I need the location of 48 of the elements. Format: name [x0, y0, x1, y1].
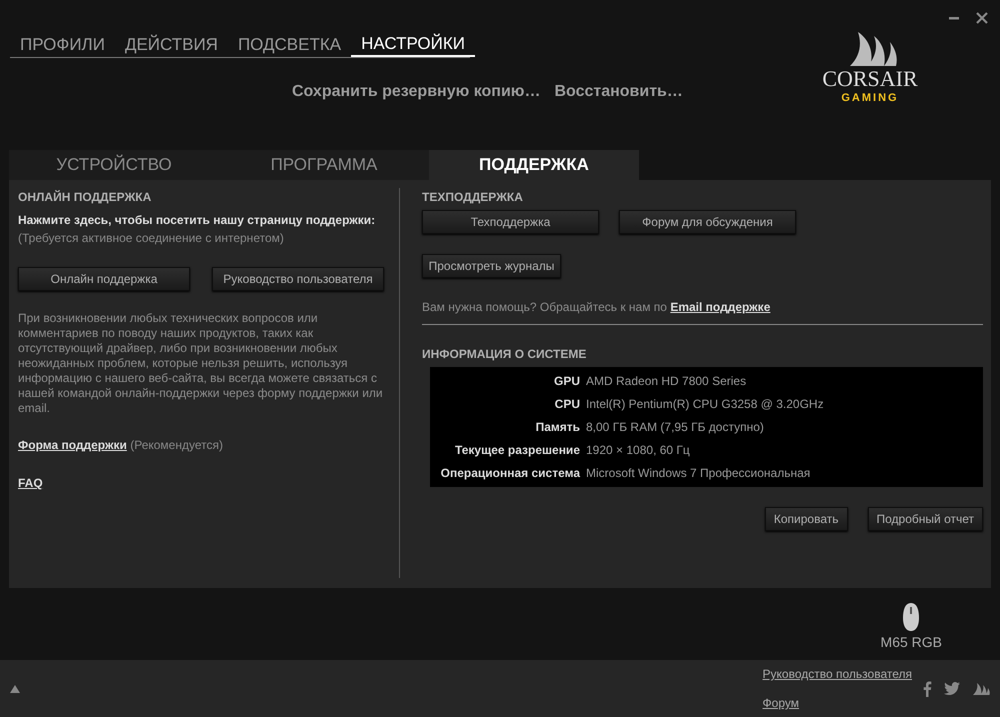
- button[interactable]: Руководство пользователя: [212, 267, 384, 291]
- info-value: 8,00 ГБ RAM (7,95 ГБ доступно): [586, 419, 765, 436]
- nav-tab[interactable]: ПРОФИЛИ: [10, 33, 115, 57]
- email-support-link[interactable]: Email поддержке: [670, 300, 770, 314]
- close-icon[interactable]: [976, 12, 988, 24]
- info-value: Intel(R) Pentium(R) CPU G3258 @ 3.20GHz: [586, 396, 825, 413]
- info-label: Операционная система: [440, 465, 580, 482]
- nav-tab[interactable]: НАСТРОЙКИ: [351, 33, 475, 57]
- info-value: Microsoft Windows 7 Профессиональная: [586, 465, 812, 482]
- info-label: CPU: [554, 396, 580, 413]
- support-form-link[interactable]: Форма поддержки: [18, 438, 127, 452]
- button[interactable]: Форум для обсуждения: [619, 210, 796, 234]
- info-label: Текущее разрешение: [454, 442, 580, 459]
- info-label: Память: [534, 419, 580, 436]
- section-heading: ТЕХПОДДЕРЖКА: [422, 189, 524, 206]
- info-value: AMD Radeon HD 7800 Series: [586, 373, 748, 390]
- bird-icon[interactable]: [944, 682, 960, 695]
- settings-tab[interactable]: ПРОГРАММА: [219, 150, 429, 180]
- button[interactable]: Просмотреть журналы: [422, 254, 561, 278]
- settings-tab[interactable]: ПОДДЕРЖКА: [429, 150, 639, 180]
- button[interactable]: Онлайн поддержка: [18, 267, 190, 291]
- logo-wordmark: CORSAIR: [822, 68, 918, 90]
- support-prompt: Нажмите здесь, чтобы посетить нашу страницу поддержки:: [18, 212, 376, 229]
- support-description: При возникновении любых технических вопросов или комментариев по поводу наших продуктов, таких как отсутствующий драйвер, либо при возникновении любых неожиданных проблем, которые нельзя решить, используя информацию с нашего веб-сайта, вы всегда можете связаться с нашей командой онлайн-поддержки через форму поддержки или email.: [18, 311, 384, 416]
- logo-subtitle: GAMING: [841, 91, 899, 106]
- sails-icon[interactable]: [972, 682, 990, 696]
- mouse-icon[interactable]: [901, 602, 922, 632]
- connection-note: (Требуется активное соединение с интернетом): [18, 230, 285, 247]
- button[interactable]: Копировать: [764, 507, 848, 531]
- recommended-note: (Рекомендуется): [130, 438, 223, 452]
- nav-tab[interactable]: ПОДСВЕТКА: [228, 33, 352, 57]
- settings-tab[interactable]: УСТРОЙСТВО: [9, 150, 219, 180]
- faq-link[interactable]: FAQ: [18, 474, 43, 492]
- button[interactable]: Техподдержка: [422, 210, 599, 234]
- info-value: 1920 × 1080, 60 Гц: [586, 442, 691, 459]
- facebook-icon[interactable]: [922, 680, 932, 696]
- section-heading: ОНЛАЙН ПОДДЕРЖКА: [18, 189, 152, 206]
- help-text: Вам нужна помощь? Обращайтесь к нам по Email поддержке: [422, 299, 772, 316]
- backup-link[interactable]: Сохранить резервную копию…: [292, 80, 540, 104]
- info-label: GPU: [552, 373, 580, 390]
- footer-link[interactable]: Форум: [762, 694, 912, 712]
- footer-link[interactable]: Руководство пользователя: [762, 665, 912, 683]
- backup-link[interactable]: Восстановить…: [554, 80, 683, 104]
- caret-up-icon[interactable]: [10, 684, 20, 692]
- section-heading: ИНФОРМАЦИЯ О СИСТЕМЕ: [422, 346, 588, 363]
- button[interactable]: Подробный отчет: [868, 507, 983, 531]
- nav-tab[interactable]: ДЕЙСТВИЯ: [114, 33, 228, 57]
- device-name: M65 RGB: [880, 633, 942, 652]
